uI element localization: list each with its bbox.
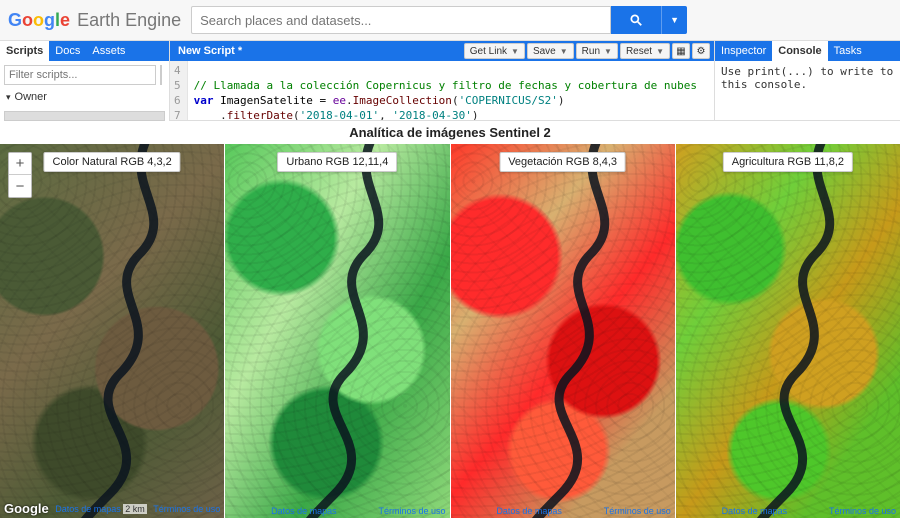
caret-down-icon: ▼ xyxy=(656,47,664,56)
reset-button[interactable]: Reset▼ xyxy=(620,43,670,59)
river-overlay xyxy=(0,144,224,518)
app-header: Google Earth Engine ▼ xyxy=(0,0,900,41)
map-attribution: Datos de mapas Términos de uso xyxy=(225,506,449,516)
console-panel: Inspector Console Tasks Use print(...) t… xyxy=(715,41,900,120)
console-output: Use print(...) to write to this console. xyxy=(715,61,900,120)
logo-earth-engine-text: Earth Engine xyxy=(77,10,181,30)
caret-down-icon: ▼ xyxy=(604,47,612,56)
map-urban[interactable]: Urbano RGB 12,11,4 Datos de mapas Términ… xyxy=(225,144,450,518)
owner-placeholder-row xyxy=(4,111,165,121)
apps-grid-button[interactable]: ▦ xyxy=(672,43,690,59)
grid-icon: ▦ xyxy=(676,46,685,57)
zoom-out-button[interactable]: − xyxy=(9,175,31,197)
map-label-natural: Color Natural RGB 4,3,2 xyxy=(44,152,181,172)
line-gutter: 4 5 6 7 xyxy=(170,61,188,120)
map-data-link[interactable]: Datos de mapas xyxy=(496,506,562,516)
search-bar: ▼ xyxy=(191,6,687,34)
tab-inspector[interactable]: Inspector xyxy=(715,41,772,61)
caret-down-icon: ▼ xyxy=(670,15,679,25)
save-button[interactable]: Save▼ xyxy=(527,43,574,59)
search-button[interactable] xyxy=(611,6,661,34)
map-label-vegetation: Vegetación RGB 8,4,3 xyxy=(499,152,626,172)
zoom-control: + − xyxy=(8,152,32,198)
getlink-button[interactable]: Get Link▼ xyxy=(464,43,525,59)
tab-tasks[interactable]: Tasks xyxy=(828,41,868,61)
owner-tree-node[interactable]: Owner xyxy=(4,89,165,105)
right-tabbar: Inspector Console Tasks xyxy=(715,41,900,61)
map-vegetation[interactable]: Vegetación RGB 8,4,3 Datos de mapas Térm… xyxy=(451,144,676,518)
code-text: // Llamada a la colección Copernicus y f… xyxy=(188,61,703,120)
map-attribution: Datos de mapas Términos de uso xyxy=(451,506,675,516)
scale-label: 2 km xyxy=(123,504,147,514)
run-button[interactable]: Run▼ xyxy=(576,43,618,59)
map-agriculture[interactable]: Agricultura RGB 11,8,2 Datos de mapas Té… xyxy=(676,144,900,518)
tab-console[interactable]: Console xyxy=(772,41,827,61)
terms-link[interactable]: Términos de uso xyxy=(604,506,671,516)
terms-link[interactable]: Términos de uso xyxy=(829,506,896,516)
map-data-link[interactable]: Datos de mapas xyxy=(271,506,337,516)
code-editor[interactable]: 4 5 6 7 // Llamada a la colección Copern… xyxy=(170,61,714,120)
river-overlay xyxy=(225,144,449,518)
map-attribution: Datos de mapas Términos de uso xyxy=(676,506,900,516)
map-label-agriculture: Agricultura RGB 11,8,2 xyxy=(723,152,853,172)
caret-down-icon: ▼ xyxy=(511,47,519,56)
google-watermark: Google xyxy=(4,501,49,516)
search-dropdown-button[interactable]: ▼ xyxy=(661,6,687,34)
script-title: New Script * xyxy=(170,45,464,57)
gear-icon: ⚙ xyxy=(697,46,706,57)
caret-down-icon: ▼ xyxy=(560,47,568,56)
zoom-in-button[interactable]: + xyxy=(9,153,31,175)
map-grid: + − Color Natural RGB 4,3,2 Google Datos… xyxy=(0,144,900,518)
google-earth-engine-logo: Google Earth Engine xyxy=(8,10,181,31)
owner-label: Owner xyxy=(15,91,47,103)
map-attribution: Google Datos de mapas 2 km Términos de u… xyxy=(0,501,224,516)
code-toolbar: New Script * Get Link▼ Save▼ Run▼ Reset▼… xyxy=(170,41,714,61)
editor-row: Scripts Docs Assets Owner New Script * G… xyxy=(0,41,900,121)
code-panel: New Script * Get Link▼ Save▼ Run▼ Reset▼… xyxy=(170,41,715,120)
tab-scripts[interactable]: Scripts xyxy=(0,41,49,61)
search-input[interactable] xyxy=(191,6,611,34)
map-data-link[interactable]: Datos de mapas xyxy=(722,506,788,516)
river-overlay xyxy=(451,144,675,518)
scripts-body: Owner xyxy=(0,61,169,125)
map-data-link[interactable]: Datos de mapas xyxy=(55,504,121,514)
terms-link[interactable]: Términos de uso xyxy=(378,506,445,516)
left-tabbar: Scripts Docs Assets xyxy=(0,41,169,61)
scripts-filter-input[interactable] xyxy=(4,65,156,85)
tab-assets[interactable]: Assets xyxy=(86,41,131,61)
settings-button[interactable]: ⚙ xyxy=(692,43,710,59)
map-label-urban: Urbano RGB 12,11,4 xyxy=(277,152,397,172)
tab-docs[interactable]: Docs xyxy=(49,41,86,61)
map-natural[interactable]: + − Color Natural RGB 4,3,2 Google Datos… xyxy=(0,144,225,518)
terms-link[interactable]: Términos de uso xyxy=(153,504,220,514)
river-overlay xyxy=(676,144,900,518)
new-script-button[interactable] xyxy=(160,65,162,85)
search-icon xyxy=(629,13,643,27)
scripts-panel: Scripts Docs Assets Owner xyxy=(0,41,170,120)
